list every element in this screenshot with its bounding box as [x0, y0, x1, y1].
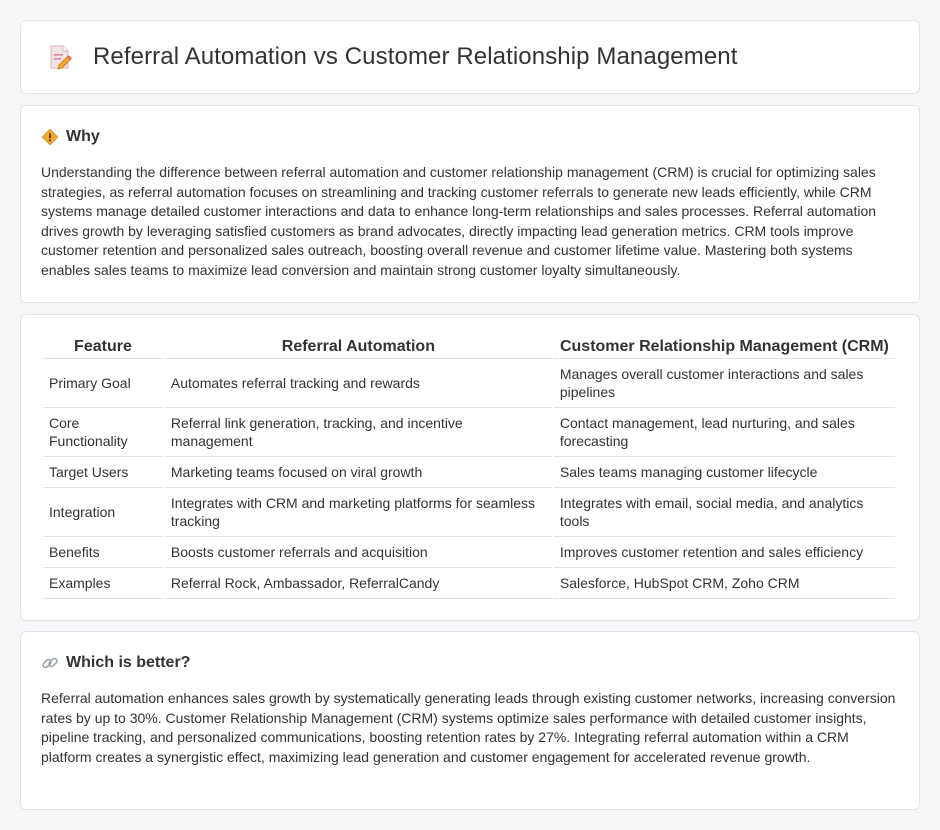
better-heading: Which is better? [41, 654, 899, 672]
table-header-row: Feature Referral Automation Customer Rel… [43, 335, 895, 359]
why-section: Why Understanding the difference between… [20, 105, 920, 303]
comparison-table-section: Feature Referral Automation Customer Rel… [20, 314, 920, 621]
table-row: Core Functionality Referral link generat… [43, 408, 895, 457]
table-cell: Automates referral tracking and rewards [164, 359, 552, 408]
table-cell: Marketing teams focused on viral growth [164, 457, 552, 488]
table-cell: Boosts customer referrals and acquisitio… [164, 537, 552, 568]
column-header: Customer Relationship Management (CRM) [553, 335, 895, 359]
better-paragraph: Referral automation enhances sales growt… [41, 690, 896, 765]
table-cell: Integrates with CRM and marketing platfo… [164, 488, 552, 537]
title-row: Referral Automation vs Customer Relation… [21, 21, 919, 93]
table-cell: Examples [43, 568, 163, 599]
table-cell: Contact management, lead nurturing, and … [553, 408, 895, 457]
table-cell: Integration [43, 488, 163, 537]
document-pencil-icon [47, 44, 73, 70]
table-cell: Primary Goal [43, 359, 163, 408]
table-cell: Integrates with email, social media, and… [553, 488, 895, 537]
table-cell: Salesforce, HubSpot CRM, Zoho CRM [553, 568, 895, 599]
why-title: Why [66, 128, 100, 145]
header-card: Referral Automation vs Customer Relation… [20, 20, 920, 94]
table-row: Primary Goal Automates referral tracking… [43, 359, 895, 408]
table-row: Examples Referral Rock, Ambassador, Refe… [43, 568, 895, 599]
comparison-table: Feature Referral Automation Customer Rel… [41, 335, 897, 599]
column-header: Referral Automation [164, 335, 552, 359]
table-cell: Target Users [43, 457, 163, 488]
table-cell: Manages overall customer interactions an… [553, 359, 895, 408]
table-cell: Referral Rock, Ambassador, ReferralCandy [164, 568, 552, 599]
table-row: Benefits Boosts customer referrals and a… [43, 537, 895, 568]
table-cell: Improves customer retention and sales ef… [553, 537, 895, 568]
column-header: Feature [43, 335, 163, 359]
table-cell: Referral link generation, tracking, and … [164, 408, 552, 457]
why-heading: Why [41, 128, 899, 146]
table-cell: Sales teams managing customer lifecycle [553, 457, 895, 488]
why-paragraph: Understanding the difference between ref… [41, 164, 877, 278]
link-icon [41, 654, 59, 672]
better-title: Which is better? [66, 654, 191, 671]
table-row: Target Users Marketing teams focused on … [43, 457, 895, 488]
table-row: Integration Integrates with CRM and mark… [43, 488, 895, 537]
diamond-sign-icon [41, 128, 59, 146]
page-title: Referral Automation vs Customer Relation… [93, 43, 738, 70]
table-cell: Core Functionality [43, 408, 163, 457]
which-is-better-section: Which is better? Referral automation enh… [20, 631, 920, 810]
table-cell: Benefits [43, 537, 163, 568]
